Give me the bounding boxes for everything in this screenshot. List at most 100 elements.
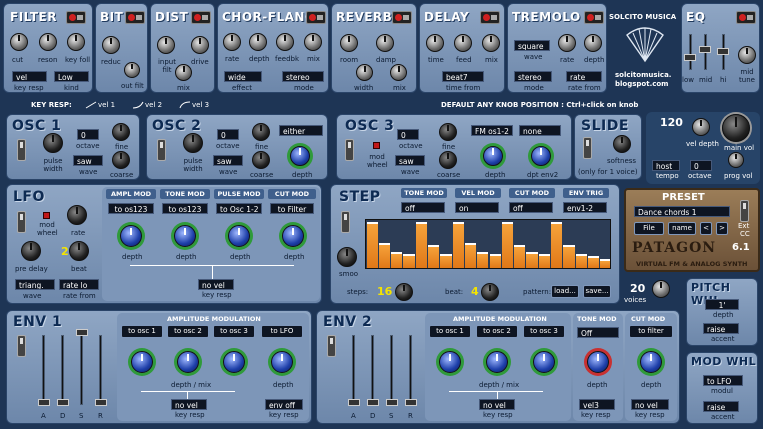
env1-to-lfo-button[interactable]: to LFO: [261, 325, 303, 338]
step-smoo-knob[interactable]: [337, 247, 357, 267]
chorus-effect-dropdown[interactable]: wide: [224, 71, 262, 82]
dist-drive-knob[interactable]: [191, 36, 209, 54]
main-vol-knob[interactable]: [722, 114, 750, 142]
osc3-none-dropdown[interactable]: none: [519, 125, 561, 136]
step-bar[interactable]: [587, 256, 600, 268]
slide-softness-knob[interactable]: [613, 135, 631, 153]
step-bar[interactable]: [575, 254, 587, 268]
lfo-beat-knob[interactable]: [69, 241, 89, 261]
step-tone-dropdown[interactable]: off: [401, 202, 445, 213]
osc3-coarse-knob[interactable]: [439, 151, 457, 169]
step-beat-knob[interactable]: [481, 283, 499, 301]
step-sequencer-grid[interactable]: [365, 219, 611, 269]
prog-vol-knob[interactable]: [728, 152, 744, 168]
delay-beat-dropdown[interactable]: beat7: [442, 71, 484, 82]
osc3-depth-knob[interactable]: [483, 146, 503, 166]
step-bar[interactable]: [403, 254, 415, 268]
lfo-tone-target-dropdown[interactable]: to os123: [162, 203, 208, 214]
osc2-octave-dropdown[interactable]: 0: [217, 129, 239, 140]
step-load-button[interactable]: load...: [551, 285, 579, 298]
env1-sustain-slider[interactable]: [80, 335, 83, 405]
tremolo-wave-dropdown[interactable]: square: [514, 40, 550, 51]
step-power-toggle[interactable]: [341, 211, 350, 233]
lfo-tone-depth-knob[interactable]: [174, 225, 196, 247]
env2-power-toggle[interactable]: [327, 335, 336, 357]
env1-release-cap[interactable]: [95, 399, 107, 406]
env2-tone-dropdown[interactable]: Off: [577, 327, 619, 338]
lfo-ampl-depth-knob[interactable]: [120, 225, 142, 247]
preset-name-dropdown[interactable]: Dance chords 1: [634, 206, 730, 217]
osc2-fine-knob[interactable]: [252, 123, 270, 141]
step-cut-dropdown[interactable]: off: [509, 202, 553, 213]
voices-knob[interactable]: [652, 280, 670, 298]
lfo-cut-target-dropdown[interactable]: to Filter: [270, 203, 314, 214]
reverb-room-knob[interactable]: [340, 34, 358, 52]
env2-to-osc3-button[interactable]: to osc 3: [523, 325, 565, 338]
lfo-rate-knob[interactable]: [67, 205, 87, 225]
step-env-dropdown[interactable]: env1-2: [563, 202, 607, 213]
env2-decay-cap[interactable]: [367, 399, 379, 406]
env2-cut-depth-knob[interactable]: [640, 351, 662, 373]
osc2-either-dropdown[interactable]: either: [279, 125, 323, 136]
env2-to-osc1-button[interactable]: to osc 1: [429, 325, 471, 338]
osc3-fm-dropdown[interactable]: FM os1-2: [471, 125, 513, 136]
eq-hi-slider-cap[interactable]: [717, 48, 729, 55]
env2-decay-slider[interactable]: [371, 335, 374, 405]
osc2-power-toggle[interactable]: [157, 139, 166, 161]
reverb-mix-knob[interactable]: [390, 64, 407, 81]
filter-reson-knob[interactable]: [39, 33, 57, 51]
eq-power-toggle[interactable]: [736, 11, 756, 24]
step-save-button[interactable]: save...: [583, 285, 611, 298]
vel-depth-knob[interactable]: [692, 118, 710, 136]
env1-decay-slider[interactable]: [61, 335, 64, 405]
env1-to-osc2-button[interactable]: to osc 2: [167, 325, 209, 338]
osc3-octave-dropdown[interactable]: 0: [397, 129, 419, 140]
filter-vel-dropdown[interactable]: vel: [12, 71, 47, 82]
step-bar[interactable]: [477, 252, 489, 268]
step-bar[interactable]: [464, 243, 477, 268]
osc1-coarse-knob[interactable]: [112, 151, 130, 169]
env2-keyresp-dropdown[interactable]: no vel: [479, 399, 515, 410]
step-vel-dropdown[interactable]: on: [455, 202, 499, 213]
reverb-damp-knob[interactable]: [376, 34, 394, 52]
tremolo-power-toggle[interactable]: [584, 11, 604, 24]
chorus-power-toggle[interactable]: [306, 11, 326, 24]
mod-wheel-target-dropdown[interactable]: to LFO: [703, 375, 743, 386]
lfo-ratefrom-dropdown[interactable]: rate lo: [59, 279, 99, 290]
env1-osc1-depth-knob[interactable]: [131, 351, 153, 373]
chorus-depth-knob[interactable]: [249, 33, 267, 51]
step-bar[interactable]: [563, 245, 575, 268]
env1-power-toggle[interactable]: [17, 335, 26, 357]
delay-mix-knob[interactable]: [482, 34, 500, 52]
step-bar[interactable]: [600, 259, 610, 268]
dist-power-toggle[interactable]: [191, 11, 211, 24]
mod-wheel-accent-dropdown[interactable]: raise: [703, 401, 739, 412]
eq-midtune-knob[interactable]: [738, 46, 756, 64]
chorus-mode-dropdown[interactable]: stereo: [282, 71, 324, 82]
master-octave-dropdown[interactable]: 0: [690, 160, 712, 171]
osc1-fine-knob[interactable]: [112, 123, 130, 141]
env1-release-slider[interactable]: [99, 335, 102, 405]
env1-to-osc1-button[interactable]: to osc 1: [121, 325, 163, 338]
env2-osc3-depth-knob[interactable]: [533, 351, 555, 373]
env1-attack-slider[interactable]: [42, 335, 45, 405]
eq-low-slider-cap[interactable]: [684, 54, 696, 61]
filter-keyfoll-knob[interactable]: [67, 33, 85, 51]
brand-url-1[interactable]: solcitomusica.: [615, 71, 671, 79]
step-bar[interactable]: [538, 254, 550, 268]
tremolo-mode-dropdown[interactable]: stereo: [514, 71, 552, 82]
env1-to-osc3-button[interactable]: to osc 3: [213, 325, 255, 338]
env1-lfo-depth-knob[interactable]: [271, 351, 293, 373]
delay-power-toggle[interactable]: [480, 11, 500, 24]
lfo-pulse-target-dropdown[interactable]: to Osc 1-2: [216, 203, 262, 214]
chorus-feedbk-knob[interactable]: [276, 33, 294, 51]
filter-kind-dropdown[interactable]: Low: [54, 71, 89, 82]
chorus-mix-knob[interactable]: [304, 33, 322, 51]
step-bar[interactable]: [551, 222, 563, 268]
env1-keyresp-dropdown[interactable]: no vel: [171, 399, 207, 410]
step-bar[interactable]: [366, 222, 378, 268]
step-bar[interactable]: [378, 243, 391, 268]
bit-outfilt-knob[interactable]: [124, 62, 140, 78]
osc2-pulsewidth-knob[interactable]: [183, 133, 203, 153]
preset-prev-button[interactable]: <: [700, 222, 712, 235]
